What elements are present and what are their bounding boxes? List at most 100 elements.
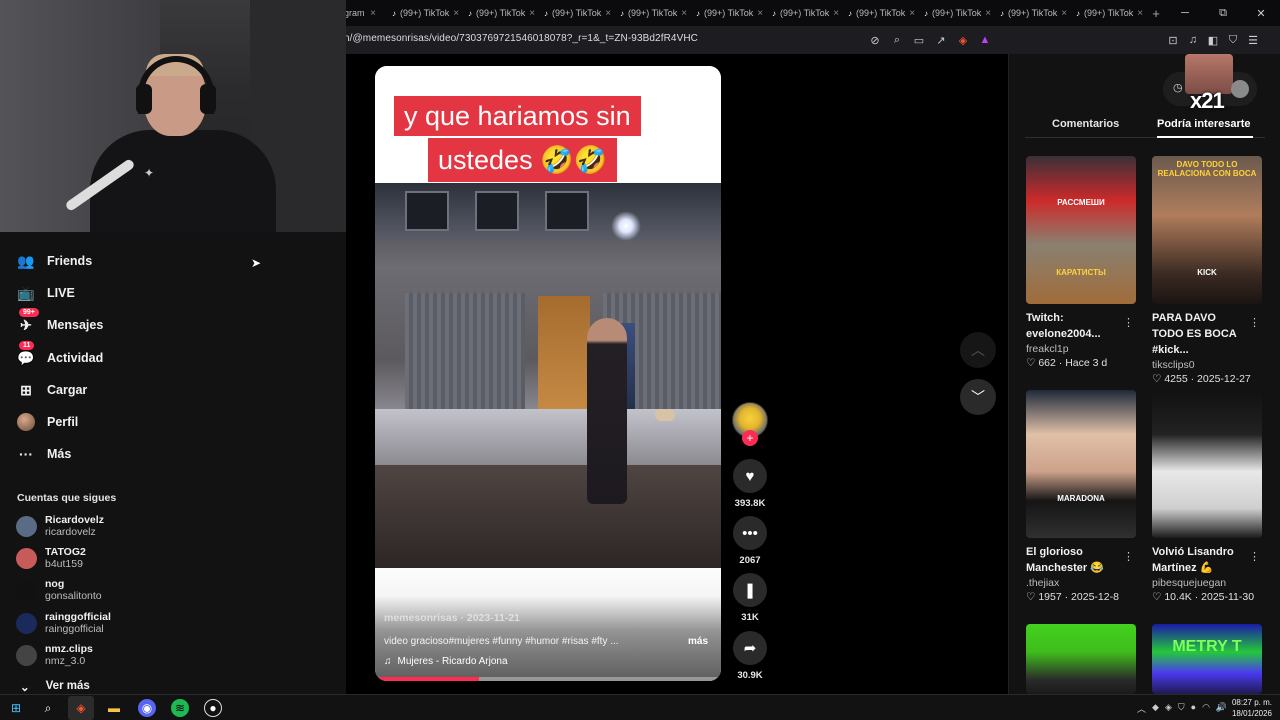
more-options-icon[interactable]: ⋮	[1123, 550, 1134, 563]
browser-tab[interactable]: ♪ (99+) TikTok ×	[992, 0, 1068, 26]
card-title[interactable]: El glorioso Manchester 😂	[1026, 544, 1122, 576]
suggested-video-card[interactable]	[1026, 624, 1136, 694]
card-title[interactable]: Volvió Lisandro Martínez 💪	[1152, 544, 1248, 576]
video-thumbnail[interactable]	[1026, 624, 1136, 694]
tray-app-icon[interactable]: ●	[1191, 702, 1196, 715]
brave-browser-icon[interactable]: ◈	[72, 699, 90, 717]
tab-comments[interactable]: Comentarios	[1052, 118, 1119, 130]
close-button[interactable]: ✕	[1242, 7, 1280, 20]
translate-off-icon[interactable]: ⊘	[866, 32, 884, 48]
sidebar-item-más[interactable]: ··· Más	[17, 445, 71, 463]
sidebar-item-actividad[interactable]: 💬 11 Actividad	[17, 341, 103, 367]
browser-tab[interactable]: ♪ (99+) TikTok ×	[1068, 0, 1144, 26]
browser-tab[interactable]: ♪ (99+) TikTok ×	[460, 0, 536, 26]
obs-icon[interactable]: ●	[204, 699, 222, 717]
sidebar-item-cargar[interactable]: ⊞ Cargar	[17, 381, 87, 399]
minimize-button[interactable]: ─	[1166, 7, 1204, 19]
sidebar-item-friends[interactable]: 👥 Friends	[17, 252, 92, 270]
volume-icon[interactable]: 🔊	[1216, 702, 1227, 715]
card-title[interactable]: Twitch: evelone2004...	[1026, 310, 1122, 342]
following-item[interactable]: rainggofficial rainggofficial	[16, 611, 111, 635]
video-thumbnail[interactable]: MARADONA	[1026, 390, 1136, 538]
browser-tab[interactable]: ♪ (99+) TikTok ×	[384, 0, 460, 26]
more-options-icon[interactable]: ⋮	[1123, 316, 1134, 329]
follow-plus-button[interactable]: +	[742, 430, 758, 446]
windows-start-icon[interactable]: ⊞	[7, 699, 25, 717]
more-description-button[interactable]: más	[688, 636, 708, 647]
browser-tab[interactable]: gram ×	[340, 0, 384, 26]
suggested-video-card[interactable]: РАССМЕШИ КАРАТИСТЫ Twitch: evelone2004... ⋮…	[1026, 156, 1136, 369]
video-thumbnail[interactable]: METRY T	[1152, 624, 1262, 694]
file-explorer-icon[interactable]: ▬	[105, 699, 123, 717]
close-tab-icon[interactable]: ×	[681, 8, 687, 19]
close-tab-icon[interactable]: ×	[833, 8, 839, 19]
close-tab-icon[interactable]: ×	[1061, 8, 1067, 19]
sidebar-item-mensajes[interactable]: ✈ 99+ Mensajes	[17, 308, 103, 334]
card-username[interactable]: pibesquejuegan	[1152, 577, 1262, 589]
brave-rewards-icon[interactable]: ▲	[976, 32, 994, 48]
sidebar-toggle-icon[interactable]: ◧	[1204, 32, 1222, 48]
browser-tab[interactable]: ♪ (99+) TikTok ×	[916, 0, 992, 26]
suggested-video-card[interactable]: DAVO TODO LO REALACIONA CON BOCA KICK PARA…	[1152, 156, 1262, 385]
cast-icon[interactable]: ▭	[910, 32, 928, 48]
share-icon[interactable]: ↗	[932, 32, 950, 48]
browser-tab[interactable]: ♪ (99+) TikTok ×	[688, 0, 764, 26]
vpn-shield-icon[interactable]: ⛉	[1224, 32, 1242, 48]
suggested-video-card[interactable]: METRY T	[1152, 624, 1262, 694]
tray-chevron-icon[interactable]: ︿	[1137, 702, 1146, 715]
close-tab-icon[interactable]: ×	[909, 8, 915, 19]
brave-shields-icon[interactable]: ◈	[954, 32, 972, 48]
close-tab-icon[interactable]: ×	[529, 8, 535, 19]
video-thumbnail[interactable]: РАССМЕШИ КАРАТИСТЫ	[1026, 156, 1136, 304]
discord-icon[interactable]: ◉	[138, 699, 156, 717]
close-tab-icon[interactable]: ×	[985, 8, 991, 19]
suggested-video-card[interactable]: MARADONA El glorioso Manchester 😂 ⋮ .thejia…	[1026, 390, 1136, 603]
card-username[interactable]: .thejiax	[1026, 577, 1136, 589]
music-row[interactable]: ♫ Mujeres - Ricardo Arjona	[384, 656, 508, 667]
menu-icon[interactable]: ☰	[1244, 32, 1262, 48]
video-author[interactable]: memesonrisas · 2023-11-21	[384, 612, 520, 624]
video-progress-bar[interactable]	[375, 677, 721, 681]
more-options-icon[interactable]: ⋮	[1249, 550, 1260, 563]
card-username[interactable]: tiksclips0	[1152, 359, 1262, 371]
screenshot-icon[interactable]: ⊡	[1164, 32, 1182, 48]
following-item[interactable]: nmz.clips nmz_3.0	[16, 643, 93, 667]
media-icon[interactable]: ♫	[1184, 32, 1202, 48]
previous-video-button[interactable]: ︿	[960, 332, 996, 368]
close-tab-icon[interactable]: ×	[370, 8, 376, 19]
more-options-icon[interactable]: ⋮	[1249, 316, 1260, 329]
browser-tab[interactable]: ♪ (99+) TikTok ×	[536, 0, 612, 26]
taskbar-clock[interactable]: 08:27 p. m. 18/01/2026	[1228, 697, 1272, 719]
tab-suggested[interactable]: Podría interesarte	[1157, 118, 1251, 130]
close-tab-icon[interactable]: ×	[1137, 8, 1143, 19]
spotify-icon[interactable]: ≋	[171, 699, 189, 717]
video-thumbnail[interactable]	[1152, 390, 1262, 538]
following-item[interactable]: nog gonsalitonto	[16, 578, 102, 602]
sidebar-item-perfil[interactable]: Perfil	[17, 413, 78, 431]
url-field[interactable]: n/@memesonrisas/video/730376972154601807…	[344, 33, 698, 44]
browser-tab[interactable]: ♪ (99+) TikTok ×	[764, 0, 840, 26]
new-tab-button[interactable]: +	[1144, 6, 1168, 21]
close-tab-icon[interactable]: ×	[757, 8, 763, 19]
sidebar-item-live[interactable]: 📺 LIVE	[17, 284, 75, 302]
video-player[interactable]: y que hariamos sin ustedes 🤣🤣 memesonris…	[375, 66, 721, 681]
search-icon[interactable]: ⌕	[39, 699, 57, 717]
close-tab-icon[interactable]: ×	[605, 8, 611, 19]
comment-button[interactable]: •••	[733, 516, 767, 550]
share-button[interactable]: ➦	[733, 631, 767, 665]
zoom-icon[interactable]: ⌕	[888, 32, 906, 48]
video-thumbnail[interactable]: DAVO TODO LO REALACIONA CON BOCA KICK	[1152, 156, 1262, 304]
wifi-icon[interactable]: ◠	[1202, 702, 1210, 715]
save-button[interactable]: ❚	[733, 573, 767, 607]
see-more-button[interactable]: ⌄ Ver más	[20, 680, 90, 694]
following-item[interactable]: TATOG2 b4ut159	[16, 546, 86, 570]
restore-button[interactable]: ⧉	[1204, 7, 1242, 20]
browser-tab[interactable]: ♪ (99+) TikTok ×	[840, 0, 916, 26]
tray-app-icon[interactable]: ⛉	[1178, 702, 1185, 715]
card-username[interactable]: freakcl1p	[1026, 343, 1136, 355]
close-tab-icon[interactable]: ×	[453, 8, 459, 19]
like-button[interactable]: ♥	[733, 459, 767, 493]
card-title[interactable]: PARA DAVO TODO ES BOCA #kick...	[1152, 310, 1248, 358]
next-video-button[interactable]: ﹀	[960, 379, 996, 415]
browser-tab[interactable]: ♪ (99+) TikTok ×	[612, 0, 688, 26]
